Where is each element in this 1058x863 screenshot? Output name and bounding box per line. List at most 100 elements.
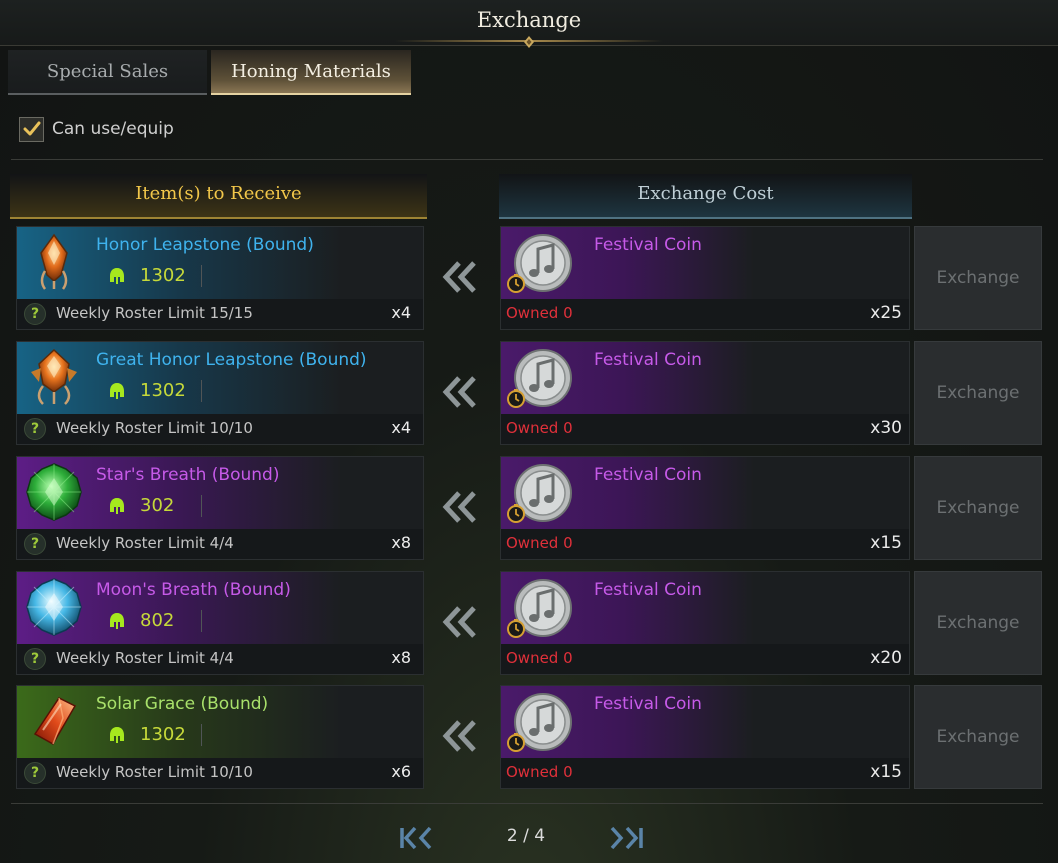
item-panel[interactable]: Great Honor Leapstone (Bound) 1302 ? Wee…: [16, 341, 424, 445]
level-separator: [201, 380, 202, 402]
item-level: 1302: [140, 724, 186, 745]
question-icon[interactable]: ?: [24, 303, 46, 325]
festival-coin-icon: [507, 234, 572, 293]
cost-currency-name: Festival Coin: [594, 580, 702, 600]
weekly-limit: Weekly Roster Limit 4/4: [56, 649, 234, 667]
exchange-button[interactable]: Exchange: [914, 341, 1042, 445]
double-chevron-left-icon: [442, 261, 476, 293]
level-separator: [201, 265, 202, 287]
filter-label: Can use/equip: [52, 119, 174, 139]
item-panel[interactable]: Honor Leapstone (Bound) 1302 ? Weekly Ro…: [16, 226, 424, 330]
cost-panel: Festival Coin Owned 0 x20: [500, 571, 910, 675]
item-panel[interactable]: Star's Breath (Bound) 302 ? Weekly Roste…: [16, 456, 424, 560]
cost-currency-name: Festival Coin: [594, 350, 702, 370]
cost-header: Festival Coin: [501, 342, 909, 414]
helmet-icon: [110, 613, 124, 629]
checkmark-icon: [23, 121, 40, 136]
item-panel[interactable]: Solar Grace (Bound) 1302 ? Weekly Roster…: [16, 685, 424, 789]
cost-footer: Owned 0 x30: [501, 414, 909, 444]
cost-header: Festival Coin: [501, 227, 909, 299]
festival-coin-icon: [507, 579, 572, 638]
exchange-row: Star's Breath (Bound) 302 ? Weekly Roste…: [0, 456, 1058, 562]
exchange-button[interactable]: Exchange: [914, 226, 1042, 330]
tab-special-sales[interactable]: Special Sales: [8, 50, 207, 95]
filter-can-use-equip[interactable]: Can use/equip: [19, 116, 174, 142]
item-header: Honor Leapstone (Bound) 1302: [17, 227, 423, 299]
column-header-cost: Exchange Cost: [499, 174, 912, 219]
divider: [11, 803, 1043, 804]
item-quantity: x6: [391, 762, 411, 781]
cost-currency-name: Festival Coin: [594, 694, 702, 714]
title-bar: Exchange: [0, 0, 1058, 48]
owned-count: Owned 0: [506, 419, 573, 437]
owned-count: Owned 0: [506, 534, 573, 552]
level-separator: [201, 724, 202, 746]
item-level: 302: [140, 495, 175, 516]
column-header-receive: Item(s) to Receive: [10, 174, 427, 219]
cost-footer: Owned 0 x15: [501, 758, 909, 788]
double-chevron-left-icon: [442, 606, 476, 638]
stars-breath-icon: [26, 463, 82, 521]
cost-currency-name: Festival Coin: [594, 465, 702, 485]
cost-quantity: x20: [870, 648, 902, 668]
owned-count: Owned 0: [506, 304, 573, 322]
owned-count: Owned 0: [506, 763, 573, 781]
item-name: Great Honor Leapstone (Bound): [96, 350, 367, 370]
cost-footer: Owned 0 x25: [501, 299, 909, 329]
pagination: 2 / 4: [0, 820, 1058, 856]
item-level: 802: [140, 610, 175, 631]
exchange-button[interactable]: Exchange: [914, 571, 1042, 675]
festival-coin-icon: [507, 349, 572, 408]
cost-quantity: x30: [870, 418, 902, 438]
item-quantity: x8: [391, 533, 411, 552]
honor-leapstone-icon: [40, 233, 68, 290]
owned-count: Owned 0: [506, 649, 573, 667]
helmet-icon: [110, 727, 124, 743]
cost-quantity: x15: [870, 762, 902, 782]
cost-header: Festival Coin: [501, 457, 909, 529]
weekly-limit: Weekly Roster Limit 10/10: [56, 763, 253, 781]
question-icon[interactable]: ?: [24, 762, 46, 784]
great-honor-leapstone-icon: [31, 348, 77, 405]
cost-footer: Owned 0 x20: [501, 644, 909, 674]
item-panel[interactable]: Moon's Breath (Bound) 802 ? Weekly Roste…: [16, 571, 424, 675]
item-quantity: x4: [391, 418, 411, 437]
question-icon[interactable]: ?: [24, 648, 46, 670]
cost-header: Festival Coin: [501, 686, 909, 758]
item-footer: ? Weekly Roster Limit 15/15 x4: [17, 299, 423, 329]
cost-panel: Festival Coin Owned 0 x15: [500, 685, 910, 789]
cost-panel: Festival Coin Owned 0 x15: [500, 456, 910, 560]
cost-footer: Owned 0 x15: [501, 529, 909, 559]
item-header: Great Honor Leapstone (Bound) 1302: [17, 342, 423, 414]
item-footer: ? Weekly Roster Limit 10/10 x6: [17, 758, 423, 788]
exchange-button[interactable]: Exchange: [914, 456, 1042, 560]
helmet-icon: [110, 498, 124, 514]
moons-breath-icon: [26, 578, 82, 636]
weekly-limit: Weekly Roster Limit 15/15: [56, 304, 253, 322]
item-name: Moon's Breath (Bound): [96, 580, 291, 600]
cost-quantity: x25: [870, 303, 902, 323]
level-separator: [201, 495, 202, 517]
item-name: Honor Leapstone (Bound): [96, 235, 314, 255]
first-page-button[interactable]: [398, 824, 446, 852]
double-chevron-left-icon: [442, 376, 476, 408]
tab-honing-materials[interactable]: Honing Materials: [211, 50, 411, 95]
item-quantity: x4: [391, 303, 411, 322]
item-footer: ? Weekly Roster Limit 4/4 x8: [17, 529, 423, 559]
item-name: Star's Breath (Bound): [96, 465, 280, 485]
cost-quantity: x15: [870, 533, 902, 553]
weekly-limit: Weekly Roster Limit 10/10: [56, 419, 253, 437]
solar-grace-icon: [33, 697, 77, 746]
cost-panel: Festival Coin Owned 0 x25: [500, 226, 910, 330]
can-use-checkbox[interactable]: [19, 116, 44, 142]
item-footer: ? Weekly Roster Limit 10/10 x4: [17, 414, 423, 444]
item-header: Star's Breath (Bound) 302: [17, 457, 423, 529]
item-footer: ? Weekly Roster Limit 4/4 x8: [17, 644, 423, 674]
question-icon[interactable]: ?: [24, 418, 46, 440]
tab-bar: Special Sales Honing Materials: [8, 50, 1048, 96]
exchange-button[interactable]: Exchange: [914, 685, 1042, 789]
divider: [11, 159, 1043, 160]
last-page-button[interactable]: [608, 824, 656, 852]
window-title: Exchange: [476, 8, 582, 32]
question-icon[interactable]: ?: [24, 533, 46, 555]
